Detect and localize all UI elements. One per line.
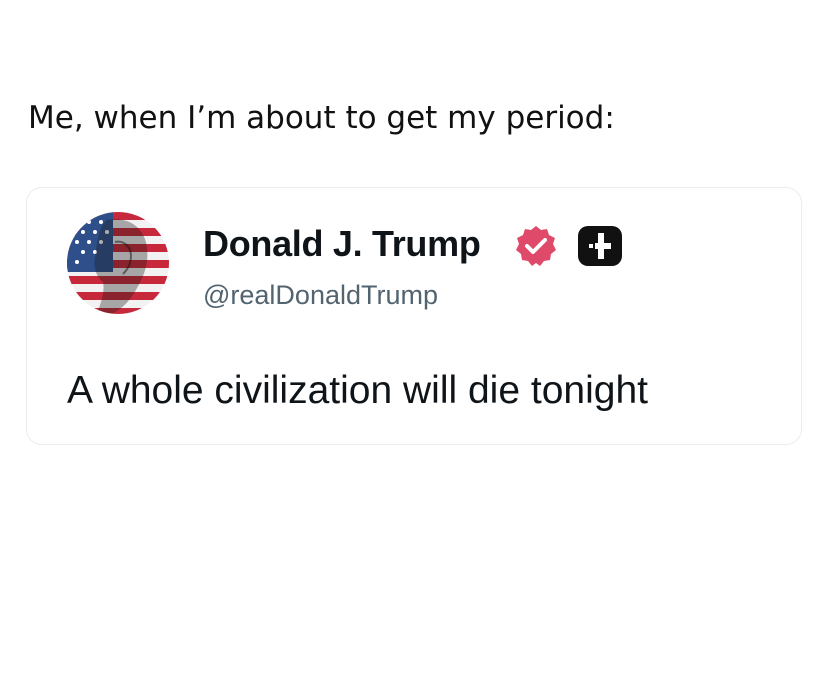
avatar[interactable] <box>67 212 169 314</box>
verified-badge-icon <box>516 226 556 266</box>
user-handle[interactable]: @realDonaldTrump <box>203 278 438 312</box>
flag-portrait-icon <box>67 212 169 314</box>
post-card[interactable]: Donald J. Trump @realDonaldTrump A whole… <box>26 187 802 445</box>
caption-text: Me, when I’m about to get my period: <box>28 100 615 136</box>
display-name[interactable]: Donald J. Trump <box>203 222 481 266</box>
affiliate-plus-icon[interactable] <box>577 225 623 267</box>
post-text: A whole civilization will die tonight <box>67 369 648 412</box>
